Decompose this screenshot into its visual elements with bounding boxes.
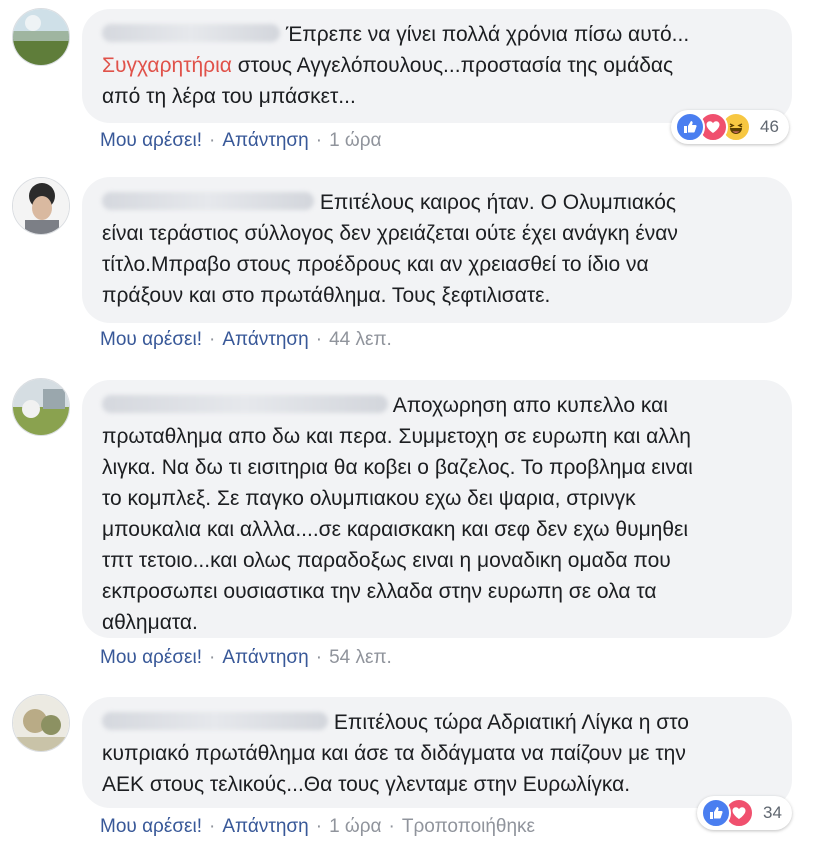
separator-dot: · [315,130,323,151]
author-name-redacted[interactable] [102,395,388,413]
comment-text-line: είναι τεράστιος σύλλογος δεν χρειάζεται … [102,222,678,245]
comment-text-line: αθληματα. [102,611,198,634]
avatar[interactable] [12,378,70,436]
comment-highlight: Συγχαρητήρια [102,54,232,77]
comment-text-line: τπτ τετοιο...και ολως παραδοξως ειναι η … [102,549,671,572]
comment-bubble: Επιτέλους τώρα Αδριατική Λίγκα η στο κυπ… [82,697,792,808]
comment-time[interactable]: 54 λεπ. [329,647,392,668]
comment-bubble: Έπρεπε να γίνει πολλά χρόνια πίσω αυτό..… [82,9,792,123]
comment-text-line: μπουκαλια και αλλλα....σε καραισκακη και… [102,518,689,541]
author-name-redacted[interactable] [102,712,328,730]
separator-dot: · [315,816,323,837]
comment-text-line: Επιτέλους καιρος ήταν. Ο Ολυμπιακός [102,187,774,218]
comment-text-line: Αποχωρηση απο κυπελλο και [102,390,774,421]
author-name-redacted[interactable] [102,192,314,210]
comment-actions: Μου αρέσει! · Απάντηση · 1 ώρα [100,130,382,152]
reactions-summary[interactable]: 34 [697,796,792,830]
reactions-summary[interactable]: 46 [671,110,789,144]
comment-text-line: Επιτέλους τώρα Αδριατική Λίγκα η στο [102,707,774,738]
separator-dot: · [209,816,216,837]
reaction-count: 46 [760,117,779,136]
comment-text-line: εκπροσωπει ουσιαστικα την ελλαδα στην ευ… [102,580,657,603]
separator-dot: · [209,130,216,151]
reply-link[interactable]: Απάντηση [222,130,308,151]
like-link[interactable]: Μου αρέσει! [100,816,202,837]
like-link[interactable]: Μου αρέσει! [100,329,202,350]
comment-text-line: από τη λέρα του μπάσκετ... [102,85,356,108]
comment-actions: Μου αρέσει! · Απάντηση · 1 ώρα · Τροποποιήθηκε [100,816,535,838]
comment-text-line: πρωταθλημα απο δω και περα. Συμμετοχη σε… [102,425,691,448]
separator-dot: · [388,816,395,837]
like-link[interactable]: Μου αρέσει! [100,647,202,668]
comment-time[interactable]: 1 ώρα [329,130,381,151]
comment-text-line: κυπριακό πρωτάθλημα και άσε τα διδάγματα… [102,742,686,765]
comment-actions: Μου αρέσει! · Απάντηση · 54 λεπ. [100,647,392,669]
comment-text-line: το κομπλεξ. Σε παγκο ολυμπιακου εχω δει … [102,487,636,510]
avatar-image [13,379,69,435]
avatar[interactable] [12,8,70,66]
reply-link[interactable]: Απάντηση [222,816,308,837]
separator-dot: · [315,647,323,668]
comment-text-line: ΑΕΚ στους τελικούς...Θα τους γλενταμε στ… [102,773,631,796]
comment-text-line: Έπρεπε να γίνει πολλά χρόνια πίσω αυτό..… [102,19,774,50]
reaction-count: 34 [763,803,782,822]
edited-label[interactable]: Τροποποιήθηκε [402,816,535,837]
comment-text-line: τίτλο.Μπραβο στους προέδρους και αν χρει… [102,253,649,276]
avatar-image [13,695,69,751]
comment-text-line: Συγχαρητήρια στους Αγγελόπουλους...προστ… [102,54,674,77]
avatar[interactable] [12,694,70,752]
comment-time[interactable]: 1 ώρα [329,816,381,837]
comment-text-line: πράξουν και στο πρωτάθλημα. Τους ξεφτιλι… [102,284,551,307]
separator-dot: · [209,647,216,668]
comment-text-line: λιγκα. Να δω τι εισιτηρια θα κοβει ο βαζ… [102,456,693,479]
avatar-image [13,178,69,234]
comment-bubble: Επιτέλους καιρος ήταν. Ο Ολυμπιακός είνα… [82,177,792,323]
comment-time[interactable]: 44 λεπ. [329,329,392,350]
reply-link[interactable]: Απάντηση [222,329,308,350]
like-icon [675,112,705,142]
avatar[interactable] [12,177,70,235]
like-icon [701,798,731,828]
comment-bubble: Αποχωρηση απο κυπελλο και πρωταθλημα απο… [82,380,792,638]
like-link[interactable]: Μου αρέσει! [100,130,202,151]
separator-dot: · [209,329,216,350]
separator-dot: · [315,329,323,350]
author-name-redacted[interactable] [102,24,280,42]
avatar-image [13,9,69,65]
reply-link[interactable]: Απάντηση [222,647,308,668]
comment-actions: Μου αρέσει! · Απάντηση · 44 λεπ. [100,329,392,351]
